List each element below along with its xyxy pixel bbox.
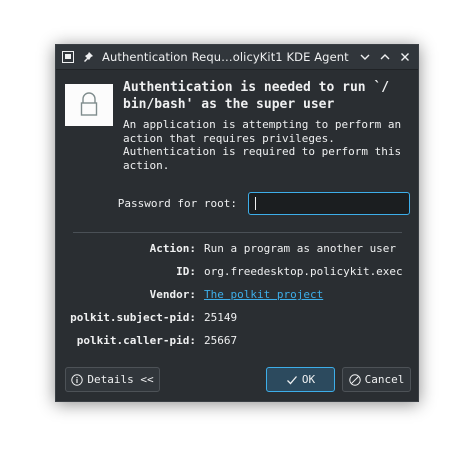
pin-icon[interactable] — [80, 49, 96, 65]
dialog-description: An application is attempting to perform … — [123, 118, 413, 172]
vendor-link[interactable]: The polkit project — [204, 287, 323, 303]
titlebar[interactable]: Authentication Requ…olicyKit1 KDE Agent — [56, 45, 418, 70]
heading-line: bin/bash' as the super user — [123, 97, 335, 112]
dialog-heading: Authentication is needed to run `/ bin/b… — [123, 79, 413, 113]
detail-key: ID: — [176, 265, 196, 278]
chevron-up-icon[interactable] — [376, 48, 394, 66]
detail-key: polkit.subject-pid: — [70, 311, 196, 324]
detail-row-action: Action: Run a program as another user — [56, 241, 418, 257]
detail-key: polkit.caller-pid: — [76, 334, 196, 347]
text-caret — [255, 197, 256, 210]
description-line: action that requires privileges. — [123, 131, 335, 145]
cancel-button-label: Cancel — [364, 373, 405, 386]
password-label: Password for root: — [117, 197, 237, 210]
detail-value: Run a program as another user — [204, 242, 397, 255]
close-icon[interactable] — [396, 48, 414, 66]
detail-value: org.freedesktop.policykit.exec — [204, 265, 403, 278]
chevron-down-icon[interactable] — [356, 48, 374, 66]
detail-value: 25667 — [204, 334, 238, 347]
password-field[interactable] — [248, 192, 410, 215]
detail-value: 25149 — [204, 311, 238, 324]
detail-row-id: ID: org.freedesktop.policykit.exec — [56, 264, 418, 280]
cancel-button[interactable]: Cancel — [342, 367, 411, 392]
detail-row-subject-pid: polkit.subject-pid: 25149 — [56, 310, 418, 326]
detail-key: Vendor: — [149, 288, 196, 301]
app-window-icon[interactable] — [60, 49, 76, 65]
window-title: Authentication Requ…olicyKit1 KDE Agent — [102, 50, 349, 64]
detail-row-caller-pid: polkit.caller-pid: 25667 — [56, 333, 418, 349]
description-line: An application is attempting to perform … — [123, 118, 402, 131]
detail-row-vendor: Vendor: The polkit project — [56, 287, 418, 303]
detail-key: Action: — [149, 242, 196, 255]
divider — [73, 232, 402, 233]
details-button[interactable]: Details << — [65, 367, 160, 392]
details-button-label: Details << — [87, 373, 154, 386]
lock-icon — [65, 84, 113, 126]
description-line: action. — [123, 158, 170, 172]
ok-button[interactable]: OK — [266, 367, 335, 392]
auth-dialog: Authentication Requ…olicyKit1 KDE Agent … — [55, 44, 419, 402]
cancel-icon — [348, 373, 361, 386]
ok-button-label: OK — [301, 373, 316, 386]
description-line: Authentication is required to perform th… — [123, 145, 402, 158]
heading-line: Authentication is needed to run `/ — [123, 80, 390, 95]
checkmark-icon — [286, 375, 297, 384]
info-icon — [71, 373, 84, 386]
